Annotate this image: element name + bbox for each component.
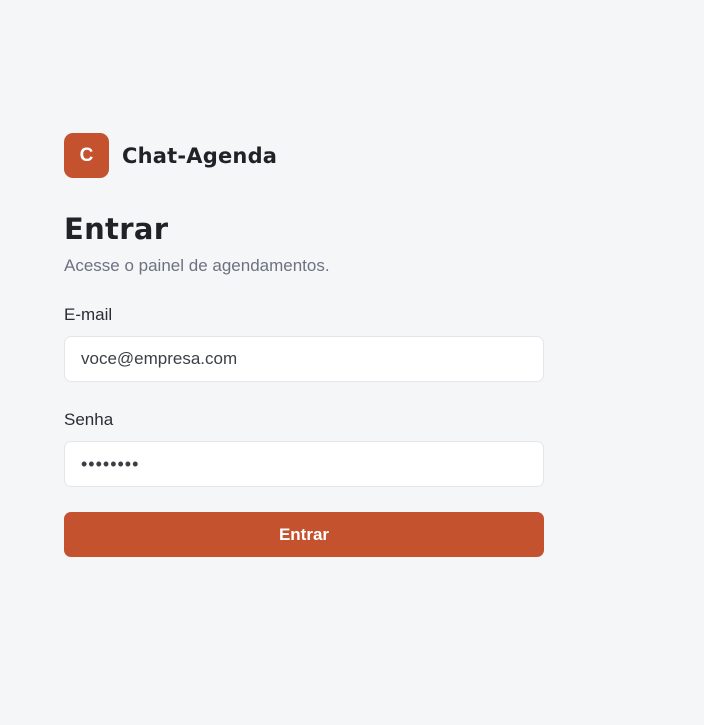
page-title: Entrar	[64, 212, 169, 246]
password-field[interactable]: ••••••••	[64, 441, 544, 487]
page-subtitle: Acesse o painel de agendamentos.	[64, 256, 330, 275]
password-mask: ••••••••	[81, 453, 140, 474]
email-label: E-mail	[64, 305, 113, 324]
brand-name: Chat-Agenda	[122, 143, 278, 168]
password-label: Senha	[64, 410, 114, 429]
login-panel: C Chat-Agenda Entrar Acesse o painel de …	[64, 133, 544, 557]
brand-logo: C	[64, 133, 109, 178]
email-field-box[interactable]	[64, 336, 544, 382]
brand: C Chat-Agenda	[64, 133, 544, 178]
submit-button[interactable]: Entrar	[64, 512, 544, 557]
email-field[interactable]	[81, 349, 527, 369]
